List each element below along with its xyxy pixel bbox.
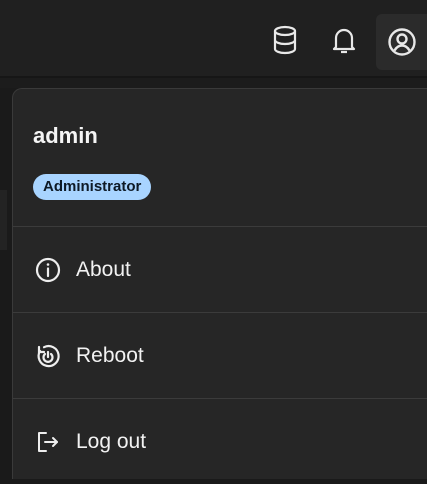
menu-item-label: Reboot	[76, 343, 144, 367]
top-bar	[0, 0, 427, 78]
bell-icon[interactable]	[326, 20, 362, 60]
info-icon	[35, 257, 61, 283]
role-badge: Administrator	[33, 174, 152, 200]
topbar-shadow	[0, 78, 427, 88]
background-strip	[0, 190, 7, 250]
user-name: admin	[33, 123, 98, 148]
logout-icon	[35, 429, 61, 455]
database-icon[interactable]	[267, 20, 303, 60]
user-dropdown-menu: admin Administrator About Reboot Log out	[12, 88, 427, 479]
menu-item-about[interactable]: About	[13, 227, 427, 312]
menu-item-label: Log out	[76, 429, 147, 453]
user-circle-icon	[387, 28, 416, 56]
menu-item-label: About	[76, 257, 131, 281]
power-reboot-icon	[35, 343, 61, 369]
menu-item-logout[interactable]: Log out	[13, 399, 427, 484]
menu-item-reboot[interactable]: Reboot	[13, 313, 427, 398]
user-menu-button[interactable]	[376, 14, 427, 70]
